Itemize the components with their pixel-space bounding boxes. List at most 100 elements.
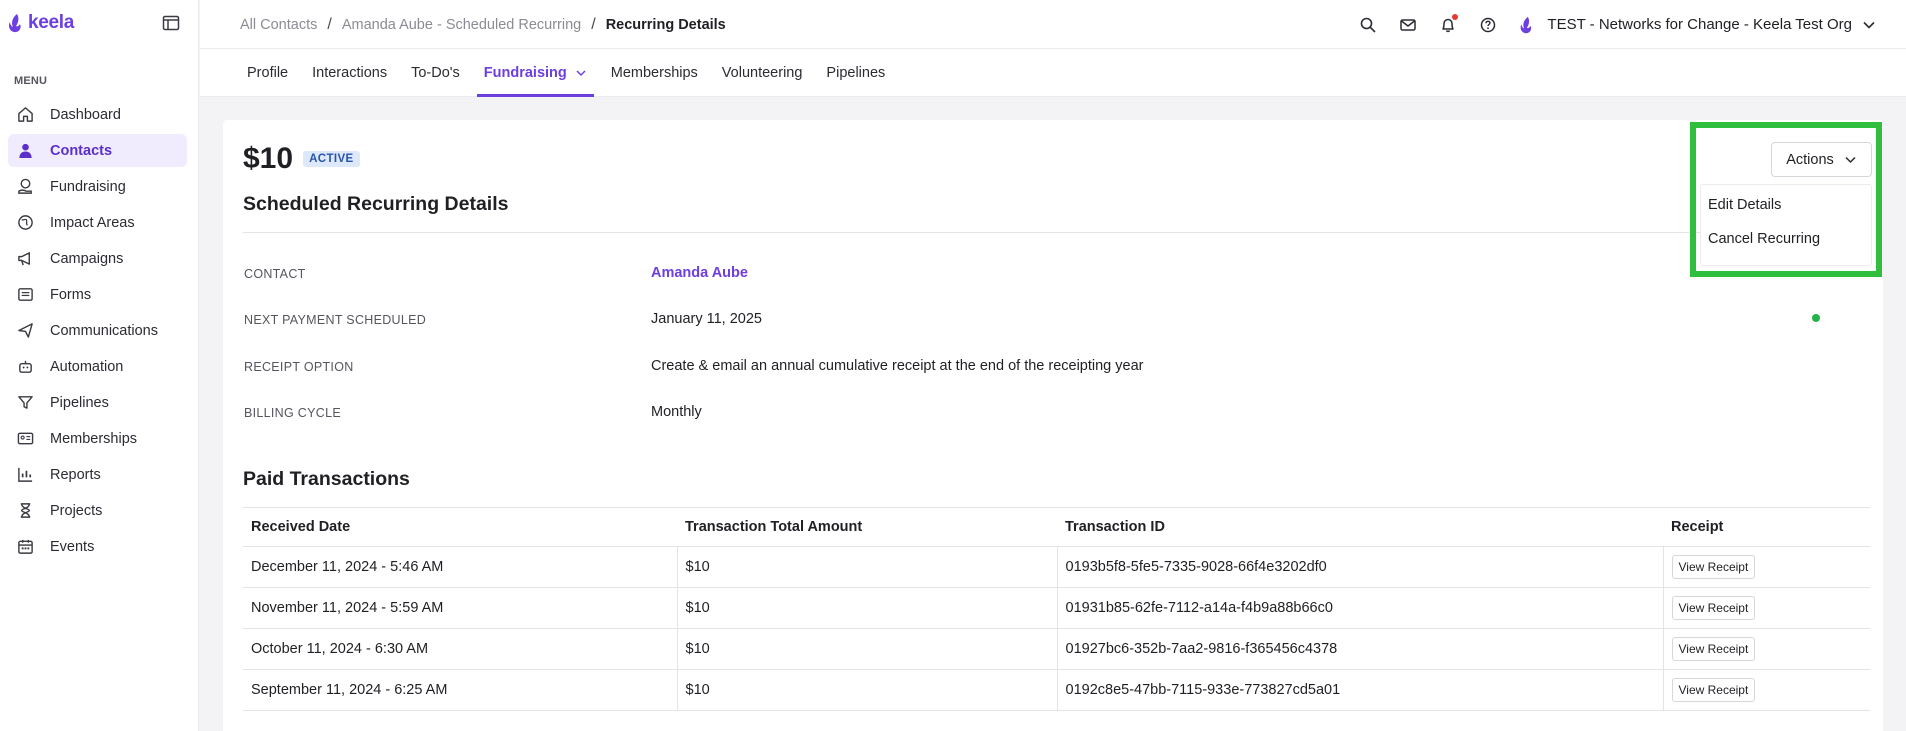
cell-receipt: View Receipt (1662, 669, 1870, 711)
sidebar-item-label: Impact Areas (50, 214, 135, 231)
sidebar-toggle-icon[interactable] (162, 15, 180, 31)
bell-icon[interactable] (1439, 13, 1459, 34)
sidebar-item-label: Campaigns (50, 250, 124, 267)
sidebar-item-label: Forms (50, 286, 92, 303)
sidebar-item-projects[interactable]: Projects (8, 494, 187, 527)
search-icon[interactable] (1359, 16, 1377, 34)
detail-value-next-payment: January 11, 2025 (651, 311, 762, 327)
recurring-details-card: $10 ACTIVE Scheduled Recurring Details C… (223, 120, 1883, 731)
sidebar-item-pipelines[interactable]: Pipelines (8, 386, 187, 419)
section-title-details: Scheduled Recurring Details (243, 193, 509, 215)
cell-receipt: View Receipt (1662, 628, 1870, 670)
tab-memberships[interactable]: Memberships (604, 49, 705, 97)
sidebar-item-campaigns[interactable]: Campaigns (8, 242, 187, 275)
keela-logo[interactable]: keela (8, 12, 74, 34)
view-receipt-button[interactable]: View Receipt (1671, 637, 1756, 661)
section-title-transactions: Paid Transactions (243, 468, 410, 490)
detail-label-receipt-option: RECEIPT OPTION (244, 360, 354, 374)
calendar-icon (16, 538, 34, 556)
table-row: November 11, 2024 - 5:59 AM $10 01931b85… (243, 587, 1870, 629)
breadcrumb-scheduled-recurring[interactable]: Amanda Aube - Scheduled Recurring (342, 17, 581, 33)
sidebar-item-fundraising[interactable]: Fundraising (8, 170, 187, 203)
sidebar-item-impact-areas[interactable]: Impact Areas (8, 206, 187, 239)
detail-label-contact: CONTACT (244, 267, 306, 281)
cell-transaction-id: 01931b85-62fe-7112-a14a-f4b9a88b66c0 (1056, 587, 1663, 629)
view-receipt-button[interactable]: View Receipt (1671, 678, 1756, 702)
view-receipt-button[interactable]: View Receipt (1671, 596, 1756, 620)
sidebar-item-label: Fundraising (50, 178, 126, 195)
sidebar: keela MENU Dashboard Contacts Fundraisin… (0, 0, 199, 731)
menu-item-cancel-recurring[interactable]: Cancel Recurring (1708, 231, 1820, 247)
breadcrumb: All Contacts / Amanda Aube - Scheduled R… (240, 16, 726, 34)
sidebar-item-events[interactable]: Events (8, 530, 187, 563)
home-icon (16, 106, 34, 124)
chevron-down-icon[interactable] (1862, 18, 1876, 32)
contact-tabs-bar: Profile Interactions To-Do's Fundraising… (200, 49, 1906, 97)
logo-text: keela (28, 12, 75, 33)
mail-icon[interactable] (1399, 16, 1417, 34)
sidebar-item-memberships[interactable]: Memberships (8, 422, 187, 455)
breadcrumb-separator: / (327, 16, 332, 33)
paper-plane-icon (16, 322, 34, 340)
cell-transaction-id: 01927bc6-352b-7aa2-9816-f365456c4378 (1056, 628, 1663, 670)
tab-interactions[interactable]: Interactions (305, 49, 394, 97)
menu-item-edit-details[interactable]: Edit Details (1708, 197, 1781, 213)
sidebar-item-communications[interactable]: Communications (8, 314, 187, 347)
column-header: Transaction ID (1057, 507, 1663, 547)
sidebar-item-reports[interactable]: Reports (8, 458, 187, 491)
sidebar-item-label: Projects (50, 502, 103, 519)
org-switcher[interactable]: TEST - Networks for Change - Keela Test … (1547, 16, 1852, 33)
funnel-icon (16, 394, 34, 412)
actions-button[interactable]: Actions (1771, 142, 1872, 177)
breadcrumb-separator: / (591, 16, 596, 33)
actions-menu: Edit Details Cancel Recurring (1700, 184, 1872, 266)
detail-value-billing-cycle: Monthly (651, 404, 702, 420)
column-header: Transaction Total Amount (677, 507, 1057, 547)
contact-link[interactable]: Amanda Aube (651, 265, 748, 281)
sidebar-item-dashboard[interactable]: Dashboard (8, 98, 187, 131)
person-icon (16, 142, 34, 160)
tab-profile[interactable]: Profile (240, 49, 295, 97)
top-bar: All Contacts / Amanda Aube - Scheduled R… (200, 0, 1906, 49)
detail-label-billing-cycle: BILLING CYCLE (244, 406, 341, 420)
view-receipt-button[interactable]: View Receipt (1671, 555, 1756, 579)
tab-todos[interactable]: To-Do's (404, 49, 467, 97)
table-row: October 11, 2024 - 6:30 AM $10 01927bc6-… (243, 628, 1870, 670)
bar-chart-icon (16, 466, 34, 484)
robot-icon (16, 358, 34, 376)
sidebar-item-label: Contacts (50, 142, 113, 159)
sidebar-item-label: Automation (50, 358, 124, 375)
sidebar-item-contacts[interactable]: Contacts (8, 134, 187, 167)
sidebar-item-label: Pipelines (50, 394, 109, 411)
section-divider (243, 232, 1863, 233)
chevron-down-icon (576, 70, 586, 77)
cell-received-date: September 11, 2024 - 6:25 AM (243, 669, 677, 711)
sidebar-item-automation[interactable]: Automation (8, 350, 187, 383)
sidebar-item-label: Reports (50, 466, 101, 483)
cell-amount: $10 (676, 669, 1057, 711)
amount-row: $10 ACTIVE (243, 142, 360, 176)
detail-value-receipt-option: Create & email an annual cumulative rece… (651, 358, 1144, 374)
globe-hand-icon (16, 214, 34, 232)
megaphone-icon (16, 250, 34, 268)
hand-coin-icon (16, 178, 34, 196)
detail-label-next-payment: NEXT PAYMENT SCHEDULED (244, 313, 427, 327)
sidebar-item-forms[interactable]: Forms (8, 278, 187, 311)
tab-pipelines[interactable]: Pipelines (819, 49, 892, 97)
status-badge: ACTIVE (303, 151, 360, 167)
transactions-table: Received Date Transaction Total Amount T… (243, 507, 1870, 711)
cell-transaction-id: 0192c8e5-47bb-7115-933e-773827cd5a01 (1056, 669, 1663, 711)
cell-transaction-id: 0193b5f8-5fe5-7335-9028-66f4e3202df0 (1056, 546, 1663, 588)
tab-volunteering[interactable]: Volunteering (715, 49, 810, 97)
help-icon[interactable] (1479, 16, 1497, 34)
cell-amount: $10 (676, 628, 1057, 670)
breadcrumb-all-contacts[interactable]: All Contacts (240, 17, 317, 33)
status-dot (1812, 314, 1820, 322)
cell-amount: $10 (676, 587, 1057, 629)
id-card-icon (16, 430, 34, 448)
table-row: December 11, 2024 - 5:46 AM $10 0193b5f8… (243, 546, 1870, 588)
column-header: Receipt (1663, 507, 1870, 547)
cell-receipt: View Receipt (1662, 546, 1870, 588)
tab-fundraising[interactable]: Fundraising (476, 49, 594, 97)
keela-logo-icon (9, 14, 21, 33)
